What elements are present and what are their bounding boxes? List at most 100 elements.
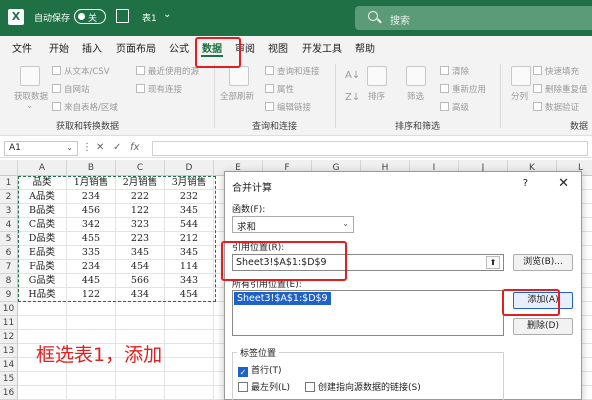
table-cell[interactable]	[165, 302, 214, 316]
row-header[interactable]: 13	[0, 344, 18, 358]
existing-connections-button[interactable]: 现有连接	[136, 83, 182, 95]
row-header[interactable]: 10	[0, 302, 18, 316]
clear-filter-button[interactable]: 清除	[440, 65, 469, 77]
row-header[interactable]: 7	[0, 260, 18, 274]
table-cell[interactable]: 222	[116, 190, 165, 204]
workbook-name[interactable]: 表1	[142, 11, 157, 24]
table-cell[interactable]	[116, 372, 165, 386]
data-validation-button[interactable]: 数据验证	[533, 101, 579, 113]
table-cell[interactable]: 456	[67, 204, 116, 218]
table-cell[interactable]	[116, 302, 165, 316]
queries-connections-button[interactable]: 查询和连接	[265, 65, 320, 77]
row-header[interactable]: 12	[0, 330, 18, 344]
edit-links-button[interactable]: 编辑链接	[265, 101, 311, 113]
row-header[interactable]: 1	[0, 176, 18, 190]
help-button[interactable]: ?	[523, 178, 528, 189]
table-cell[interactable]: 122	[116, 204, 165, 218]
table-cell[interactable]: A品类	[18, 190, 67, 204]
reapply-button[interactable]: 重新应用	[440, 83, 486, 95]
first-row-checkbox[interactable]: ✓ 首行(T)	[238, 363, 282, 377]
table-cell[interactable]	[67, 386, 116, 400]
column-header[interactable]: C	[116, 160, 165, 176]
tab-data[interactable]: 数据	[202, 40, 222, 55]
save-icon[interactable]	[116, 9, 129, 23]
table-cell[interactable]	[18, 372, 67, 386]
chevron-down-icon[interactable]: ⌄	[163, 9, 171, 20]
tab-developer[interactable]: 开发工具	[302, 40, 342, 55]
table-cell[interactable]: 122	[67, 288, 116, 302]
row-header[interactable]: 9	[0, 288, 18, 302]
table-cell[interactable]: F品类	[18, 260, 67, 274]
delete-button[interactable]: 删除(D)	[513, 318, 573, 335]
enter-icon[interactable]: ✓	[113, 142, 121, 153]
table-cell[interactable]	[67, 316, 116, 330]
table-cell[interactable]	[116, 316, 165, 330]
row-header[interactable]: 11	[0, 316, 18, 330]
name-box[interactable]: A1 ⌄	[4, 141, 78, 156]
table-cell[interactable]: 223	[116, 232, 165, 246]
text-to-columns-button[interactable]: 分列	[511, 90, 528, 102]
table-cell[interactable]: 544	[165, 218, 214, 232]
table-cell[interactable]: H品类	[18, 288, 67, 302]
table-cell[interactable]: D品类	[18, 232, 67, 246]
all-references-list[interactable]: Sheet3!$A$1:$D$9	[232, 290, 504, 336]
row-header[interactable]: 4	[0, 218, 18, 232]
formula-input[interactable]	[152, 141, 588, 156]
row-header[interactable]: 6	[0, 246, 18, 260]
browse-button[interactable]: 浏览(B)...	[513, 254, 573, 271]
table-cell[interactable]: 3月销售	[165, 176, 214, 190]
left-column-checkbox[interactable]: 最左列(L)	[238, 380, 290, 393]
table-cell[interactable]: 343	[165, 274, 214, 288]
row-header[interactable]: 14	[0, 358, 18, 372]
table-cell[interactable]: 342	[67, 218, 116, 232]
tab-file[interactable]: 文件	[12, 40, 32, 55]
table-cell[interactable]: 232	[165, 190, 214, 204]
row-header[interactable]: 8	[0, 274, 18, 288]
table-cell[interactable]	[165, 372, 214, 386]
add-button[interactable]: 添加(A)	[513, 292, 573, 309]
function-select[interactable]: 求和 ⌄	[232, 216, 354, 233]
properties-button[interactable]: 属性	[265, 83, 294, 95]
table-cell[interactable]: 434	[116, 288, 165, 302]
table-cell[interactable]: G品类	[18, 274, 67, 288]
table-cell[interactable]: 2月销售	[116, 176, 165, 190]
sort-button[interactable]: 排序	[368, 90, 385, 102]
remove-duplicates-button[interactable]: 删除重复值	[533, 83, 588, 95]
recent-sources-button[interactable]: 最近使用的源	[136, 65, 199, 77]
table-cell[interactable]: 345	[165, 204, 214, 218]
table-cell[interactable]	[165, 386, 214, 400]
table-cell[interactable]: 335	[67, 246, 116, 260]
table-cell[interactable]: 212	[165, 232, 214, 246]
table-cell[interactable]	[18, 302, 67, 316]
table-cell[interactable]: 114	[165, 260, 214, 274]
table-cell[interactable]: 1月销售	[67, 176, 116, 190]
table-cell[interactable]	[18, 316, 67, 330]
table-cell[interactable]	[18, 386, 67, 400]
table-cell[interactable]	[116, 386, 165, 400]
table-cell[interactable]: B品类	[18, 204, 67, 218]
search-box[interactable]: 搜索	[355, 6, 592, 30]
collapse-dialog-icon[interactable]: ⬆	[486, 256, 500, 269]
table-cell[interactable]	[165, 344, 214, 358]
tab-help[interactable]: 帮助	[355, 40, 375, 55]
table-cell[interactable]: 323	[116, 218, 165, 232]
column-header[interactable]: B	[67, 160, 116, 176]
row-header[interactable]: 5	[0, 232, 18, 246]
tab-page-layout[interactable]: 页面布局	[116, 40, 156, 55]
row-header[interactable]: 3	[0, 204, 18, 218]
sort-za-icon[interactable]: Z↓	[345, 92, 360, 103]
from-text-button[interactable]: 从文本/CSV	[52, 65, 110, 77]
select-all-corner[interactable]	[0, 160, 18, 176]
autosave-toggle[interactable]: 关	[74, 9, 106, 24]
close-button[interactable]: ✕	[558, 176, 569, 191]
insert-function-icon[interactable]: fx	[130, 142, 139, 153]
sort-az-icon[interactable]: A↓	[345, 70, 360, 81]
table-cell[interactable]: 234	[67, 260, 116, 274]
cancel-icon[interactable]: ✕	[96, 142, 104, 153]
table-cell[interactable]	[67, 302, 116, 316]
advanced-filter-button[interactable]: 高级	[440, 101, 469, 113]
refresh-all-button[interactable]: 全部刷新	[220, 90, 254, 102]
from-table-button[interactable]: 来自表格/区域	[52, 101, 118, 113]
table-cell[interactable]: 品类	[18, 176, 67, 190]
table-cell[interactable]: 454	[116, 260, 165, 274]
